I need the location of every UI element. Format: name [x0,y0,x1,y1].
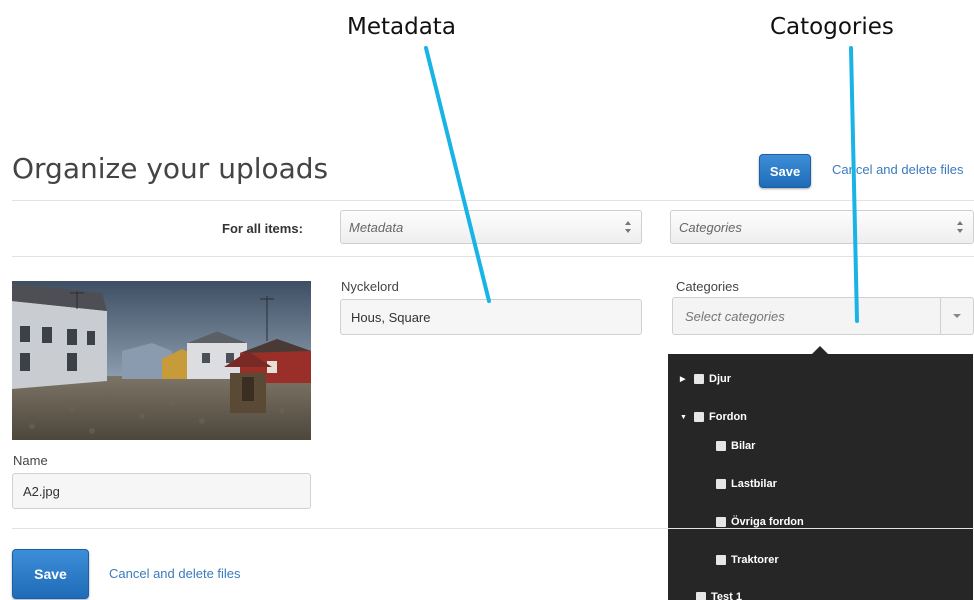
tree-item-ovriga-fordon[interactable]: Övriga fordon [716,516,804,528]
tree-item-label: Lastbilar [731,478,777,490]
categories-select-value: Categories [679,219,742,235]
tree-item-label: Djur [709,373,731,385]
cancel-delete-link-top[interactable]: Cancel and delete files [832,162,964,177]
tree-item-label: Övriga fordon [731,516,804,528]
tree-item-label: Fordon [709,411,747,423]
sort-arrows-icon [625,221,631,233]
categories-field-placeholder: Select categories [685,308,785,324]
keywords-field[interactable]: Hous, Square [340,299,642,335]
checkbox[interactable] [694,412,704,422]
name-field[interactable]: A2.jpg [12,473,311,509]
caret-down-icon[interactable]: ▼ [680,414,688,421]
metadata-annotation: Metadata [347,14,456,40]
categories-annotation: Catogories [770,14,894,40]
categories-select[interactable]: Categories [670,210,974,244]
checkbox[interactable] [716,555,726,565]
cancel-delete-link-bottom[interactable]: Cancel and delete files [109,566,241,581]
save-button-bottom[interactable]: Save [12,549,89,599]
header-divider [12,200,974,201]
checkbox[interactable] [694,374,704,384]
metadata-select[interactable]: Metadata [340,210,642,244]
tree-item-label: Traktorer [731,554,779,566]
metadata-pointer-line [424,46,491,303]
tree-item-bilar[interactable]: Bilar [716,440,755,452]
dropdown-caret [812,346,828,354]
checkbox[interactable] [716,479,726,489]
village-photo-image [12,281,311,440]
row-divider [12,256,974,257]
page-title: Organize your uploads [12,152,329,185]
name-label: Name [13,453,48,468]
for-all-items-label: For all items: [222,221,303,236]
sort-arrows-icon [957,221,963,233]
save-button-top[interactable]: Save [759,154,811,188]
categories-pointer-line [849,46,859,323]
tree-item-lastbilar[interactable]: Lastbilar [716,478,777,490]
tree-item-djur[interactable]: ▶ Djur [680,373,731,385]
upload-thumbnail [12,281,311,440]
categories-toggle[interactable] [940,298,973,334]
categories-label: Categories [676,279,739,294]
tree-item-label: Bilar [731,440,756,452]
category-tree-dropdown: ▶ Djur ▼ Fordon Bilar Lastbilar Övriga f… [668,354,973,600]
metadata-select-value: Metadata [349,219,404,235]
checkbox[interactable] [716,441,726,451]
checkbox[interactable] [696,592,706,600]
tree-item-test-1[interactable]: Test 1 [696,591,742,600]
tree-item-fordon[interactable]: ▼ Fordon [680,411,747,423]
checkbox[interactable] [716,517,726,527]
footer-divider [12,528,974,529]
tree-item-label: Test 1 [711,591,742,600]
keywords-label: Nyckelord [341,279,399,294]
caret-right-icon[interactable]: ▶ [680,375,688,383]
chevron-down-icon [953,314,961,318]
categories-field[interactable]: Select categories [672,297,974,335]
tree-item-traktorer[interactable]: Traktorer [716,554,779,566]
